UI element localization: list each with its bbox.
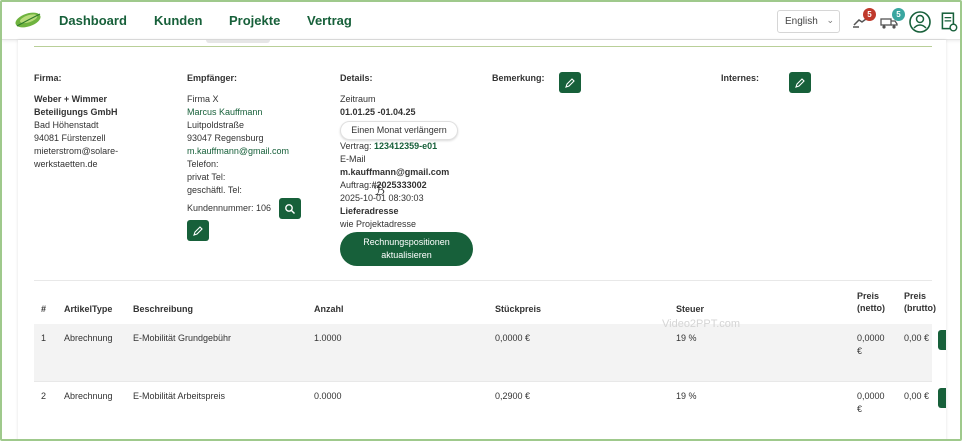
row2-net: 0,0000 € — [857, 390, 885, 416]
top-navbar: Dashboard Kunden Projekte Vertrag Englis… — [2, 2, 960, 40]
row2-net-2: € — [857, 404, 863, 414]
notifications-button[interactable]: 5 — [850, 8, 876, 33]
row1-qty: 1.0000 — [314, 333, 342, 343]
row-divider — [34, 381, 932, 382]
firma-name-1: Weber + Wimmer — [34, 94, 108, 104]
col-num: # — [41, 304, 47, 314]
messages-button[interactable]: 5 — [879, 8, 905, 33]
empfaenger-label: Empfänger: — [187, 73, 238, 83]
empfaenger-street: Luitpoldstraße — [187, 120, 245, 130]
empfaenger-person[interactable]: Marcus Kauffmann — [187, 106, 262, 119]
language-select[interactable]: English ⌄ — [777, 10, 840, 33]
row1-type: Abrechnung — [64, 333, 113, 343]
row1-action-button[interactable] — [938, 330, 946, 350]
row2-action-button[interactable] — [938, 388, 946, 408]
zeitraum-value: 01.01.25 -01.04.25 — [340, 107, 416, 117]
empfaenger-privat: privat Tel: — [187, 172, 226, 182]
update-positions-label-1: Rechnungspositionen — [363, 237, 450, 247]
empfaenger-geschaeftl: geschäftl. Tel: — [187, 185, 242, 195]
chevron-down-icon: ⌄ — [826, 15, 834, 25]
firma-email-2: werkstaetten.de — [34, 159, 98, 169]
pencil-icon — [795, 78, 805, 88]
document-settings-icon[interactable] — [938, 11, 960, 33]
update-positions-button[interactable]: Rechnungspositionen aktualisieren — [340, 232, 473, 266]
row2-tax: 19 % — [676, 391, 697, 401]
col-desc: Beschreibung — [133, 304, 194, 314]
col-type: ArtikelType — [64, 304, 113, 314]
section-divider — [34, 280, 932, 281]
notifications-badge: 5 — [863, 8, 876, 21]
empfaenger-email[interactable]: m.kauffmann@gmail.com — [187, 145, 289, 158]
leaf-logo-icon[interactable] — [14, 11, 42, 29]
col-net-2: (netto) — [857, 303, 885, 313]
row1-num: 1 — [41, 333, 47, 343]
auftrag-label: Auftrag: — [340, 180, 372, 190]
row1-net-2: € — [857, 346, 863, 356]
vertrag-line: Vertrag: 123412359-e01 — [340, 140, 437, 153]
row1-net: 0,0000 € — [857, 332, 885, 358]
vertrag-link[interactable]: 123412359-e01 — [374, 141, 437, 151]
edit-empfaenger-button[interactable] — [187, 220, 209, 241]
row2-gross: 0,00 € — [904, 391, 930, 401]
row1-net-1: 0,0000 — [857, 333, 885, 343]
language-value: English — [785, 16, 818, 27]
kundennummer: Kundennummer: 106 — [187, 203, 272, 213]
search-icon — [285, 204, 295, 214]
edit-internes-button[interactable] — [789, 72, 811, 93]
col-net-1: Preis — [857, 291, 880, 301]
tab-indicator — [206, 40, 270, 43]
divider — [34, 46, 932, 47]
edit-bemerkung-button[interactable] — [559, 72, 581, 93]
email-label: E-Mail — [340, 154, 366, 164]
details-label: Details: — [340, 73, 373, 83]
app-window: Dashboard Kunden Projekte Vertrag Englis… — [0, 0, 962, 441]
row2-num: 2 — [41, 391, 47, 401]
watermark: Video2PPT.com — [662, 318, 741, 330]
vertrag-label: Vertrag: — [340, 141, 372, 151]
row2-net-1: 0,0000 — [857, 391, 885, 401]
internes-label: Internes: — [721, 73, 760, 83]
invoice-card: Firma: Weber + Wimmer Beteiligungs GmbH … — [18, 40, 946, 439]
empfaenger-telefon: Telefon: — [187, 159, 219, 169]
firma-name-2: Beteiligungs GmbH — [34, 107, 118, 117]
col-gross-2: (brutto) — [904, 303, 936, 313]
col-unit-price: Stückpreis — [495, 304, 542, 314]
row2-type: Abrechnung — [64, 391, 113, 401]
firma-city: 94081 Fürstenzell — [34, 133, 106, 143]
row2-qty: 0.0000 — [314, 391, 342, 401]
lieferadresse-value: wie Projektadresse — [340, 219, 417, 229]
search-customer-button[interactable] — [279, 198, 301, 219]
nav-vertrag[interactable]: Vertrag — [307, 13, 352, 28]
update-positions-label-2: aktualisieren — [381, 250, 432, 260]
col-gross-1: Preis — [904, 291, 927, 301]
lieferadresse-label: Lieferadresse — [340, 206, 399, 216]
col-net: Preis (netto) — [857, 290, 885, 314]
empfaenger-company: Firma X — [187, 94, 219, 104]
firma-label: Firma: — [34, 73, 62, 83]
pencil-icon — [193, 226, 203, 236]
text-cursor-icon: ℬ — [374, 182, 386, 198]
col-qty: Anzahl — [314, 304, 344, 314]
messages-badge: 5 — [892, 8, 905, 21]
row1-unit-price: 0,0000 € — [495, 333, 531, 343]
row1-gross: 0,00 € — [904, 333, 930, 343]
col-gross: Preis (brutto) — [904, 290, 936, 314]
empfaenger-city: 93047 Regensburg — [187, 133, 264, 143]
row2-desc: E-Mobilität Arbeitspreis — [133, 391, 226, 401]
nav-projekte[interactable]: Projekte — [229, 13, 280, 28]
email-value: m.kauffmann@gmail.com — [340, 167, 450, 177]
extend-month-button[interactable]: Einen Monat verlängern — [340, 121, 458, 140]
row1-tax: 19 % — [676, 333, 697, 343]
zeitraum-label: Zeitraum — [340, 94, 376, 104]
nav-kunden[interactable]: Kunden — [154, 13, 202, 28]
user-profile-icon[interactable] — [908, 10, 932, 34]
firma-email-1: mieterstrom@solare- — [34, 146, 119, 156]
firma-street: Bad Höhenstadt — [34, 120, 99, 130]
col-tax: Steuer — [676, 304, 705, 314]
row1-desc: E-Mobilität Grundgebühr — [133, 333, 232, 343]
row2-unit-price: 0,2900 € — [495, 391, 531, 401]
nav-dashboard[interactable]: Dashboard — [59, 13, 127, 28]
pencil-icon — [565, 78, 575, 88]
bemerkung-label: Bemerkung: — [492, 73, 545, 83]
